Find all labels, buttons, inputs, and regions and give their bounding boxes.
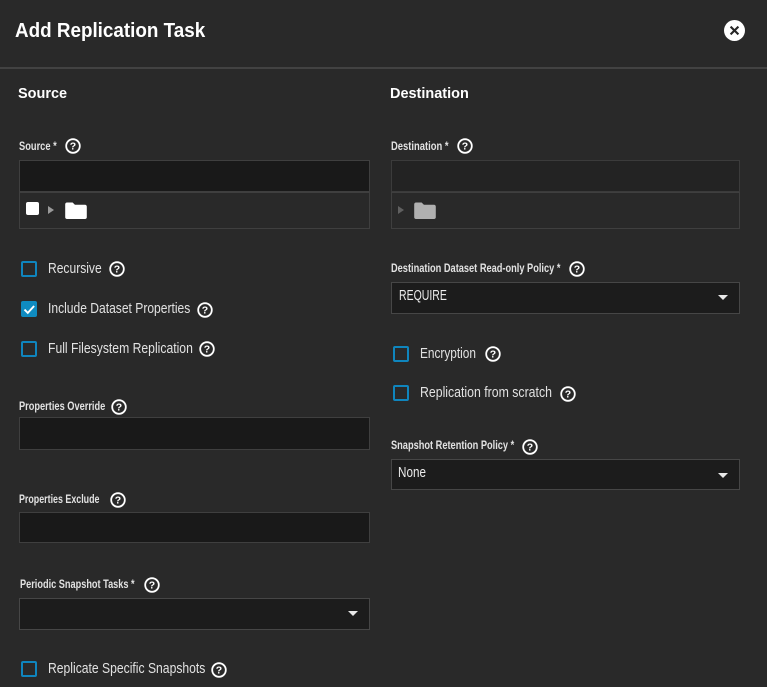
svg-text:?: ?	[148, 579, 154, 591]
svg-text:?: ?	[461, 140, 467, 152]
svg-text:?: ?	[204, 344, 210, 356]
svg-text:?: ?	[573, 263, 579, 275]
svg-text:?: ?	[113, 263, 119, 275]
svg-text:?: ?	[202, 305, 208, 317]
svg-text:?: ?	[216, 664, 222, 676]
svg-text:?: ?	[565, 389, 571, 401]
svg-text:?: ?	[70, 140, 76, 152]
svg-text:?: ?	[115, 402, 121, 414]
svg-text:?: ?	[490, 348, 496, 360]
svg-text:?: ?	[115, 495, 121, 507]
svg-text:?: ?	[527, 442, 533, 454]
